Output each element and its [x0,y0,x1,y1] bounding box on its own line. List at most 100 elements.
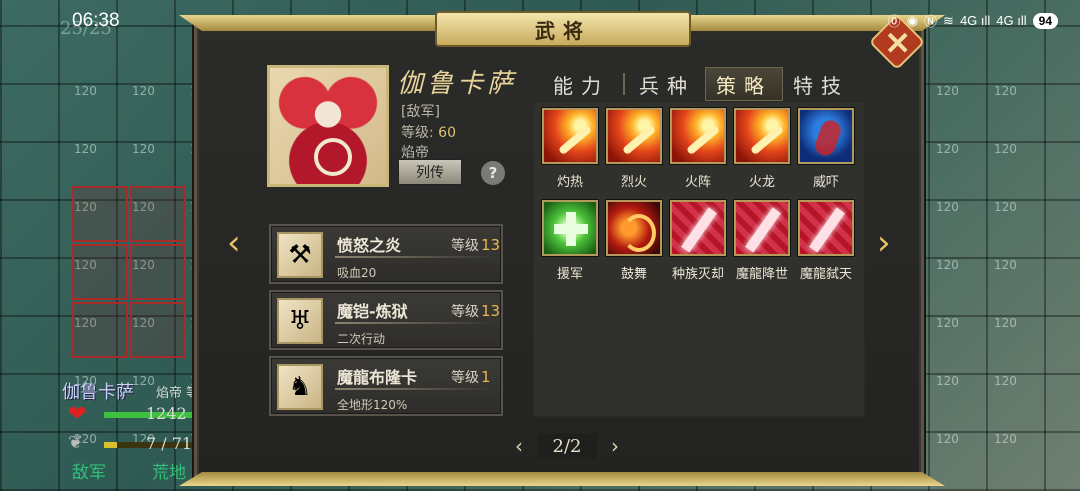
hp-text: 1242 / [146,404,198,423]
tab-bar: 能力 兵种 策略 特技 [543,67,859,101]
help-button[interactable]: ? [481,161,505,185]
equipment-level: 等级 1 [451,367,491,387]
equipment-effect: 吸血20 [337,266,377,280]
next-general-arrow-icon[interactable]: › [877,223,891,263]
equipment-level-value: 13 [481,236,501,254]
unit-terrain: 荒地 [152,463,186,483]
skill-name: 魔龍弑天 [799,267,852,282]
range-cell[interactable] [130,186,186,242]
map-cell-value: 120 [74,142,97,156]
tab-1[interactable]: 兵种 [629,67,705,101]
dragon-skill-icon [734,200,790,256]
equipment-divider [335,388,495,390]
range-cell[interactable] [72,244,128,300]
signal-4g-icon: 4G ıll [996,13,1027,28]
tab-3[interactable]: 特技 [783,67,859,101]
skill-name: 威吓 [812,175,839,190]
map-cell-value: 120 [936,84,959,98]
skill-name: 种族灭却 [671,267,724,282]
skill-item[interactable]: 援军 [540,200,600,282]
dragon-mount-icon: ♞ [277,364,323,410]
mp-text: 7 / 71 [146,434,193,453]
skill-item[interactable]: 鼓舞 [604,200,664,282]
n-icon: Ⓝ [924,14,938,29]
heart-icon: ❤ [68,402,87,427]
skill-name: 火龙 [748,175,775,190]
skill-item[interactable]: 魔龍弑天 [796,200,856,282]
equipment-level-label: 等级 [451,370,479,386]
skill-item[interactable]: 威吓 [796,108,856,190]
skill-name: 鼓舞 [620,267,647,282]
range-cell[interactable] [72,186,128,242]
equipment-name: 魔龍布隆卡 [337,368,418,387]
heal-skill-icon [542,200,598,256]
general-panel: 武将 伽鲁卡萨 [敌军] 等级: 60 焰帝 列传 ? ‹ › ⚒ 愤怒之炎 等级 1… [179,11,945,486]
panel-frame-bottom [179,472,945,486]
equipment-item[interactable]: ♅ 魔铠-炼狱 等级 13 二次行动 [269,290,503,350]
hero-level-value: 60 [438,125,456,141]
equipment-level-value: 1 [481,368,491,386]
clock: 06:38 [72,10,120,31]
skill-grid: 灼热 烈火 火阵 火龙 威吓援军 鼓舞 种族灭却 魔龍降世 魔龍弑天 [533,101,865,417]
hero-faction: [敌军] [401,104,440,120]
equipment-effect: 二次行动 [337,332,386,346]
map-cell-value: 120 [74,84,97,98]
equipment-name: 愤怒之炎 [337,236,402,255]
fire-skill-icon [606,108,662,164]
equipment-divider [335,322,495,324]
map-cell-value: 120 [994,432,1017,446]
map-cell-value: 120 [132,142,155,156]
map-cell-value: 120 [994,316,1017,330]
tab-separator [623,73,625,95]
equipment-list: ⚒ 愤怒之炎 等级 13 吸血20 ♅ 魔铠-炼狱 等级 13 二次行动 ♞ 魔龍布隆卡 等级 1 全地形1… [269,224,505,422]
signal-4g-icon: 4G ıll [959,13,991,28]
skill-name: 援军 [556,267,583,282]
hero-level-row: 等级: 60 [401,122,456,142]
tab-0[interactable]: 能力 [543,67,619,101]
skill-item[interactable]: 魔龍降世 [732,200,792,282]
map-cell-value: 120 [132,84,155,98]
skill-item[interactable]: 火阵 [668,108,728,190]
equipment-item[interactable]: ⚒ 愤怒之炎 等级 13 吸血20 [269,224,503,284]
skill-item[interactable]: 种族灭却 [668,200,728,282]
range-cell[interactable] [130,302,186,358]
pager-prev-icon[interactable]: ‹ [515,434,523,458]
range-cell[interactable] [72,302,128,358]
feather-icon: ❦ [68,432,84,453]
equipment-name: 魔铠-炼狱 [337,302,408,321]
range-cell[interactable] [130,244,186,300]
battle-map: 120 120 120 120 120 120 120 120 120 120 120 120 120 1… [0,0,1080,491]
scythe-icon: ⚒ [277,232,323,278]
skill-item[interactable]: 烈火 [604,108,664,190]
mp-bar-fill [104,442,117,448]
skill-item[interactable]: 灼热 [540,108,600,190]
skill-item[interactable]: 火龙 [732,108,792,190]
map-cell-value: 120 [994,84,1017,98]
pager-text: 2/2 [537,433,597,459]
system-icons: ⓪ ◉ Ⓝ ≋ 4G ıll 4G ıll 94 [888,11,1058,30]
fear-skill-icon [798,108,854,164]
map-cell-value: 120 [994,374,1017,388]
nfc-icon: ⓪ [887,14,901,29]
equipment-divider [335,256,495,258]
pager: ‹ 2/2 › [515,433,619,459]
equipment-level-label: 等级 [451,304,479,320]
dragon-skill-icon [798,200,854,256]
equipment-level-value: 13 [481,302,501,320]
map-cell-value: 120 [994,200,1017,214]
equipment-item[interactable]: ♞ 魔龍布隆卡 等级 1 全地形120% [269,356,503,416]
map-cell-value: 120 [936,316,959,330]
map-cell-value: 120 [936,258,959,272]
dragon-skill-icon [670,200,726,256]
map-cell-value: 120 [994,142,1017,156]
biography-button[interactable]: 列传 [398,159,462,185]
status-bar: 06:38 ⓪ ◉ Ⓝ ≋ 4G ıll 4G ıll 94 [0,0,1080,44]
map-cell-value: 120 [994,258,1017,272]
eye-icon: ◉ [906,12,919,28]
unit-name: 伽鲁卡萨 [62,382,134,403]
pager-next-icon[interactable]: › [611,434,619,458]
skill-name: 烈火 [620,175,647,190]
hero-name: 伽鲁卡萨 [397,69,518,99]
prev-general-arrow-icon[interactable]: ‹ [227,223,241,263]
tab-2[interactable]: 策略 [705,67,783,101]
